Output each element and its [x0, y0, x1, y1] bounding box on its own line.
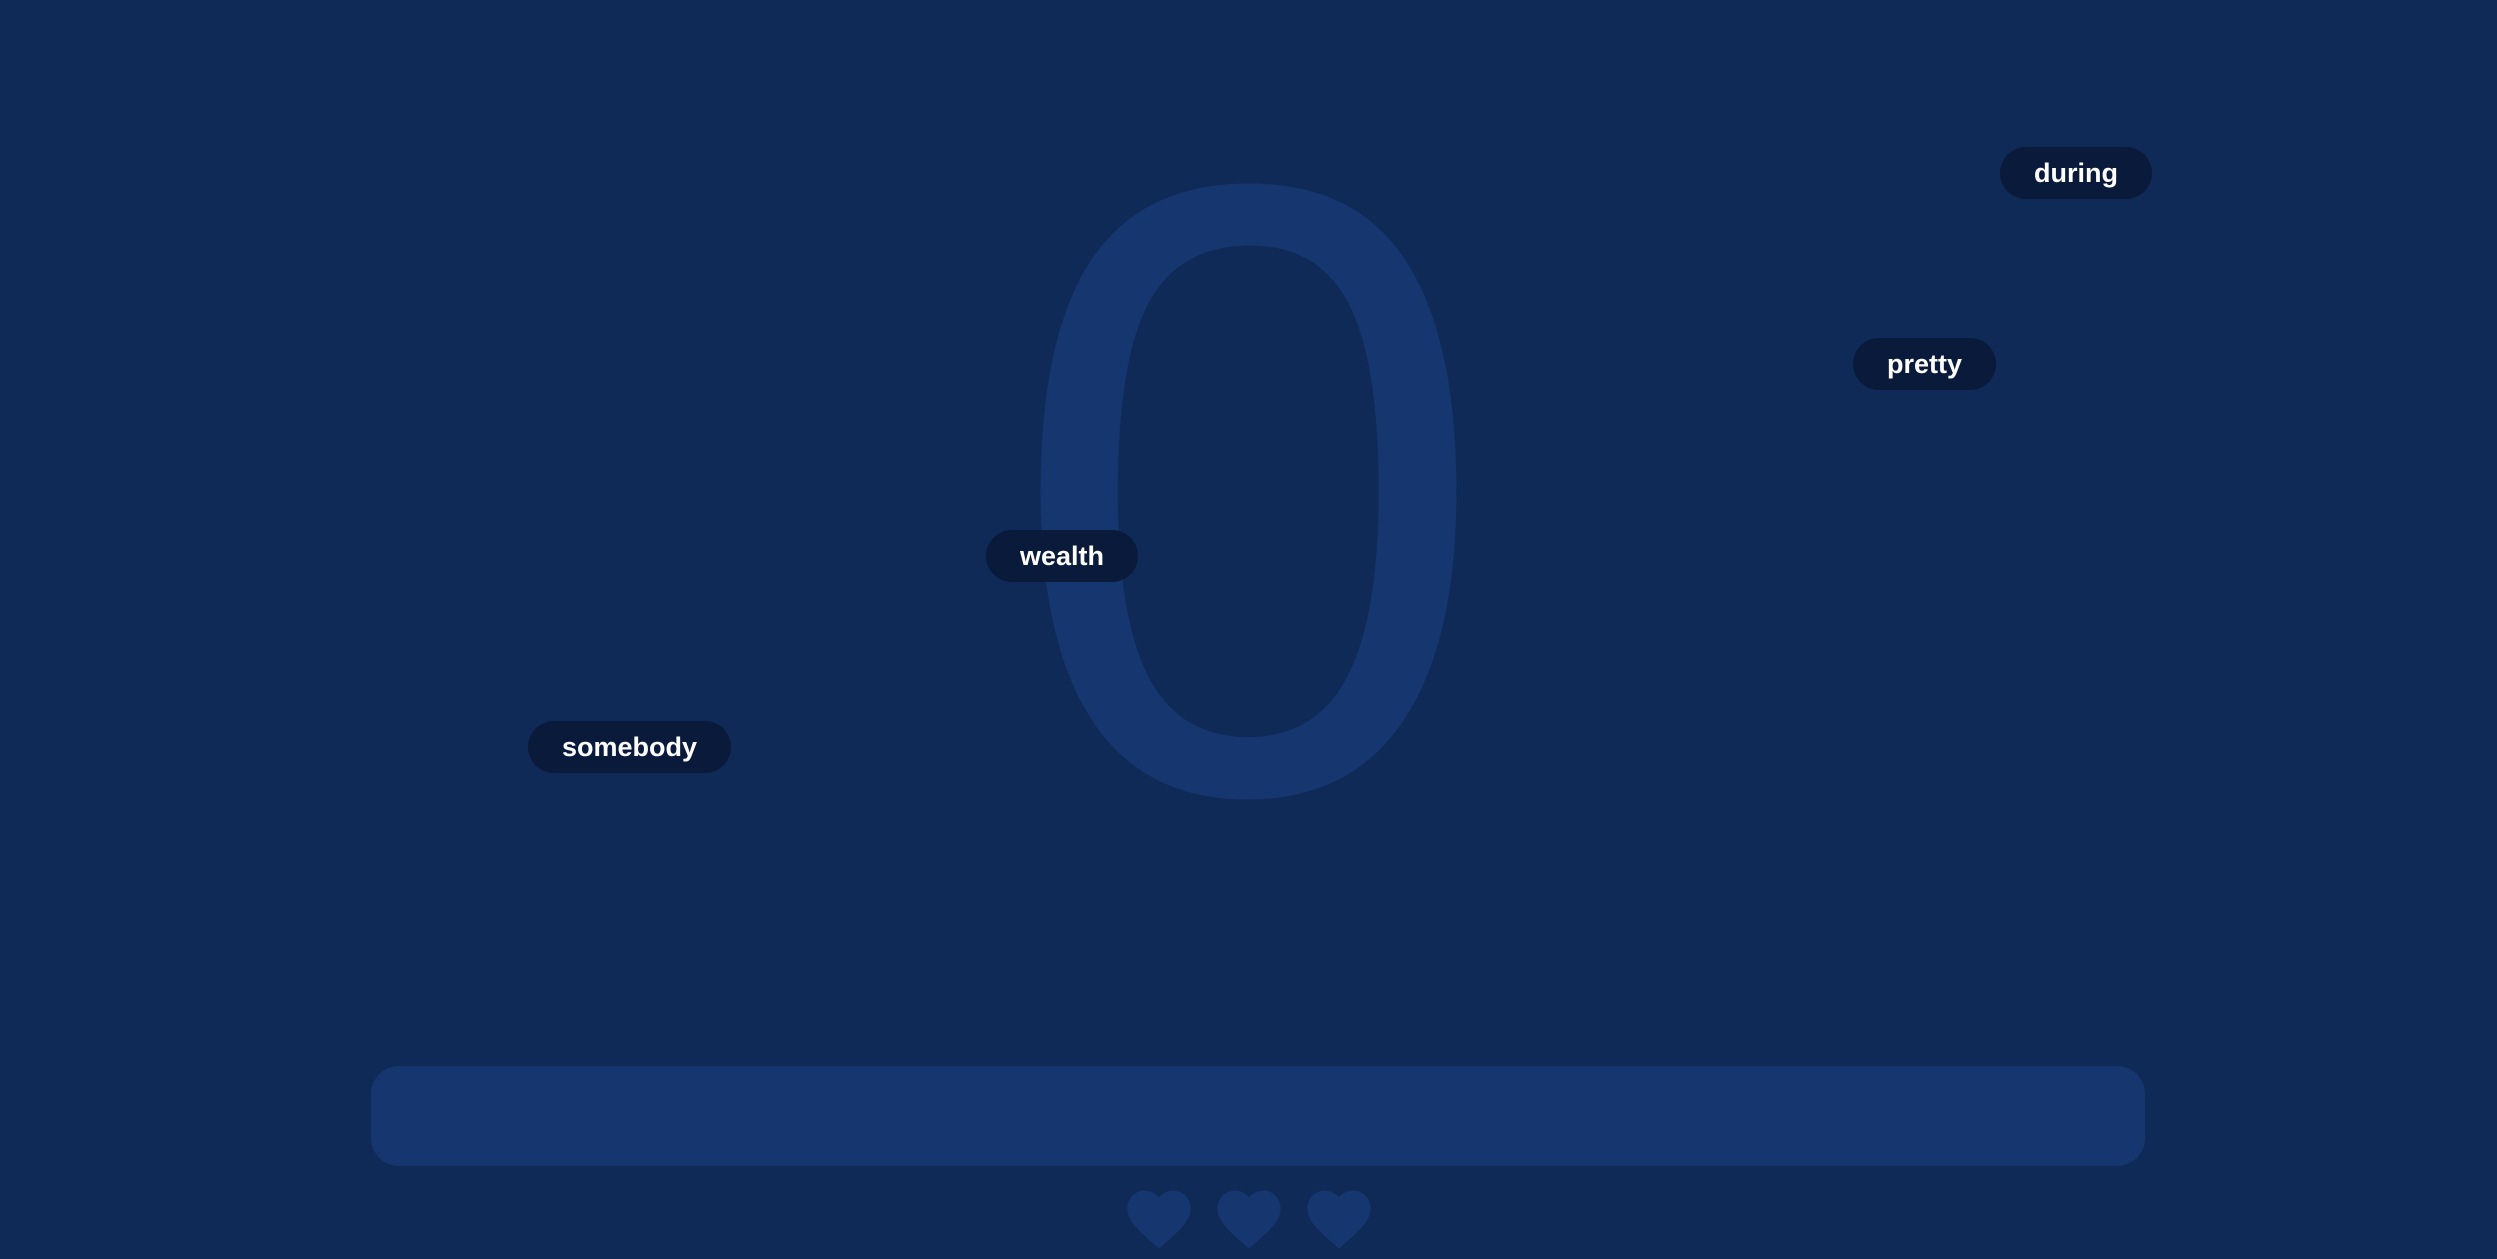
- lives-indicator: [0, 1180, 2497, 1252]
- heart-icon: [1121, 1180, 1197, 1252]
- falling-word-during: during: [2000, 147, 2152, 199]
- falling-word-pretty: pretty: [1853, 338, 1997, 390]
- falling-word-somebody: somebody: [528, 721, 732, 773]
- heart-icon: [1211, 1180, 1287, 1252]
- word-input[interactable]: [371, 1066, 2145, 1166]
- score-display: 0: [1006, 4, 1491, 976]
- falling-word-wealth: wealth: [986, 530, 1139, 582]
- heart-icon: [1301, 1180, 1377, 1252]
- game-stage: 0 during pretty wealth somebody: [0, 0, 2497, 1259]
